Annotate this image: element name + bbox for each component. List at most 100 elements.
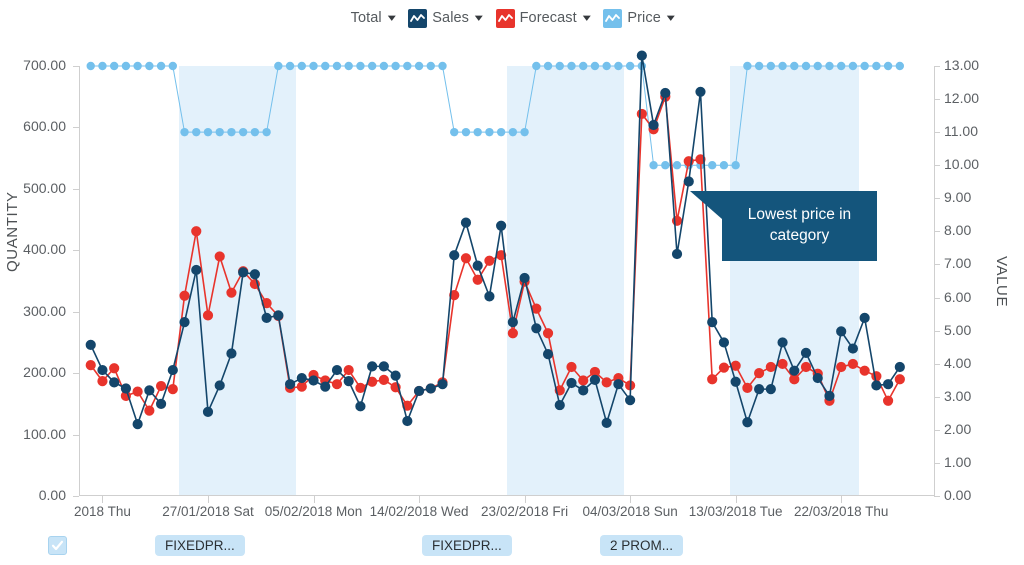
data-point[interactable] [355, 382, 366, 393]
data-point[interactable] [883, 61, 893, 71]
data-point[interactable] [801, 61, 811, 71]
data-point[interactable] [754, 61, 764, 71]
data-point[interactable] [438, 61, 447, 71]
data-point[interactable] [566, 361, 577, 373]
data-point[interactable] [97, 364, 108, 376]
data-point[interactable] [192, 127, 201, 137]
data-point[interactable] [777, 337, 788, 348]
data-point[interactable] [285, 61, 295, 71]
data-point[interactable] [542, 349, 554, 360]
data-point[interactable] [86, 61, 95, 71]
data-point[interactable] [238, 127, 248, 137]
data-point[interactable] [413, 385, 425, 397]
data-point[interactable] [601, 417, 612, 428]
data-point[interactable] [202, 406, 214, 417]
data-point[interactable] [648, 119, 659, 131]
data-point[interactable] [121, 61, 131, 71]
data-point[interactable] [109, 61, 119, 71]
data-point[interactable] [671, 248, 683, 260]
data-point[interactable] [167, 364, 178, 376]
data-point[interactable] [344, 61, 353, 71]
data-point[interactable] [144, 405, 155, 416]
data-point[interactable] [520, 127, 529, 137]
data-point[interactable] [97, 376, 108, 387]
data-point[interactable] [507, 317, 518, 328]
data-point[interactable] [542, 328, 554, 339]
data-point[interactable] [508, 127, 518, 137]
data-point[interactable] [472, 260, 483, 271]
data-point[interactable] [777, 358, 788, 370]
data-point[interactable] [132, 419, 143, 430]
data-point[interactable] [332, 61, 342, 71]
data-point[interactable] [167, 384, 178, 395]
data-point[interactable] [824, 390, 835, 401]
data-point[interactable] [331, 364, 343, 376]
data-point[interactable] [226, 348, 237, 359]
data-point[interactable] [214, 251, 225, 262]
data-point[interactable] [812, 372, 823, 384]
data-point[interactable] [554, 399, 565, 411]
legend-item-forecast[interactable]: Forecast ▾ [495, 8, 591, 28]
data-point[interactable] [578, 385, 589, 396]
data-point[interactable] [367, 361, 378, 372]
data-point[interactable] [168, 61, 178, 71]
data-point[interactable] [836, 361, 847, 373]
data-point[interactable] [155, 380, 167, 392]
data-point[interactable] [250, 127, 260, 137]
data-point[interactable] [742, 417, 753, 428]
data-point[interactable] [660, 87, 671, 99]
data-point[interactable] [402, 415, 413, 427]
data-point[interactable] [273, 310, 284, 321]
data-point[interactable] [765, 361, 776, 373]
data-point[interactable] [579, 61, 588, 71]
data-point[interactable] [872, 61, 881, 71]
data-point[interactable] [343, 376, 354, 387]
data-point[interactable] [133, 61, 142, 71]
data-point[interactable] [731, 161, 740, 170]
data-point[interactable] [567, 61, 576, 71]
data-point[interactable] [496, 220, 507, 231]
data-point[interactable] [636, 50, 647, 61]
data-point[interactable] [848, 61, 858, 71]
data-point[interactable] [602, 61, 611, 71]
data-point[interactable] [825, 61, 834, 71]
data-point[interactable] [531, 323, 542, 334]
chevron-down-icon[interactable]: ▾ [387, 12, 395, 23]
data-point[interactable] [882, 379, 894, 390]
data-point[interactable] [145, 61, 154, 71]
data-point[interactable] [649, 161, 658, 170]
data-point[interactable] [109, 377, 120, 388]
data-point[interactable] [355, 401, 366, 412]
data-point[interactable] [625, 61, 635, 71]
data-point[interactable] [238, 267, 249, 278]
data-point[interactable] [179, 290, 190, 301]
data-point[interactable] [882, 395, 894, 406]
data-point[interactable] [461, 127, 471, 137]
data-point[interactable] [708, 161, 717, 170]
data-point[interactable] [425, 383, 436, 394]
data-point[interactable] [85, 360, 96, 371]
chevron-down-icon[interactable]: ▾ [583, 12, 591, 23]
chevron-down-icon[interactable]: ▾ [475, 12, 483, 23]
data-point[interactable] [331, 379, 343, 390]
data-point[interactable] [800, 347, 812, 358]
data-point[interactable] [836, 61, 846, 71]
data-point[interactable] [496, 127, 506, 137]
data-point[interactable] [778, 61, 787, 71]
data-point[interactable] [378, 361, 389, 372]
data-point[interactable] [262, 127, 271, 137]
legend-item-sales[interactable]: Sales ▾ [408, 8, 483, 28]
data-point[interactable] [754, 368, 765, 379]
data-point[interactable] [589, 374, 601, 385]
data-point[interactable] [790, 61, 799, 71]
data-point[interactable] [356, 61, 365, 71]
data-point[interactable] [274, 61, 283, 71]
data-point[interactable] [871, 371, 882, 382]
data-point[interactable] [789, 374, 800, 385]
data-point[interactable] [297, 61, 306, 71]
data-point[interactable] [308, 375, 319, 386]
data-point[interactable] [613, 379, 624, 390]
data-point[interactable] [813, 61, 822, 71]
data-point[interactable] [707, 317, 718, 328]
data-point[interactable] [836, 326, 847, 337]
